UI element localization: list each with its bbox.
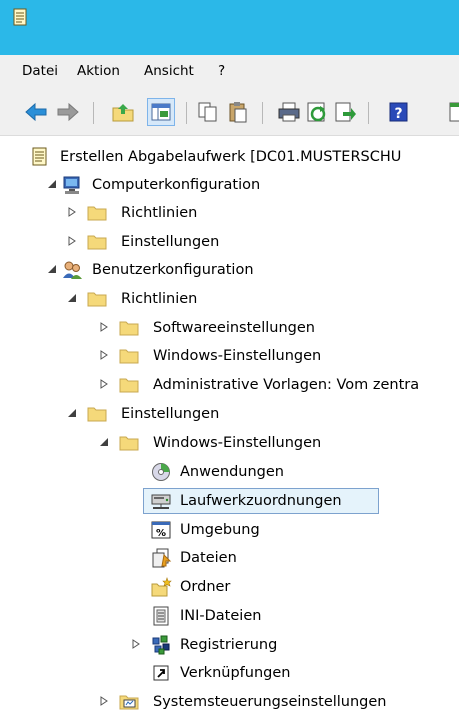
- toolbar: ?: [0, 90, 459, 136]
- tree-item-windows-settings-policy[interactable]: Windows-Einstellungen: [0, 343, 459, 369]
- tree-item-computer-config[interactable]: Computerkonfiguration: [0, 172, 459, 198]
- users-icon: [61, 259, 83, 281]
- gpo-editor-app-icon[interactable]: [13, 8, 27, 26]
- tree-item-drive-maps[interactable]: Laufwerkzuordnungen: [0, 488, 459, 514]
- tree-item-cc-policies[interactable]: Richtlinien: [0, 200, 459, 226]
- paste-icon[interactable]: [226, 100, 250, 124]
- toolbar-separator: [368, 102, 369, 124]
- tree-item-uc-policies[interactable]: Richtlinien: [0, 286, 459, 312]
- menu-action[interactable]: Aktion: [77, 63, 120, 79]
- title-bar: [0, 0, 459, 55]
- collapsed-triangle-icon[interactable]: [98, 349, 110, 361]
- collapsed-triangle-icon[interactable]: [98, 321, 110, 333]
- collapsed-triangle-icon[interactable]: [66, 235, 78, 247]
- tree-item-label: INI-Dateien: [180, 608, 262, 624]
- export-icon[interactable]: [333, 100, 357, 124]
- svg-text:%: %: [156, 528, 166, 539]
- collapsed-triangle-icon[interactable]: [98, 378, 110, 390]
- collapsed-triangle-icon[interactable]: [66, 206, 78, 218]
- tree-item-admin-templates[interactable]: Administrative Vorlagen: Vom zentra: [0, 372, 459, 398]
- tree-item-label: Anwendungen: [180, 464, 284, 480]
- tree-item-applications[interactable]: Anwendungen: [0, 459, 459, 485]
- tree-item-label: Windows-Einstellungen: [153, 348, 322, 364]
- tree-item-label: Ordner: [180, 579, 231, 595]
- collapsed-triangle-icon[interactable]: [98, 695, 110, 707]
- control-panel-folder-icon: [118, 691, 140, 713]
- folder-icon: [86, 288, 108, 310]
- computer-icon: [61, 174, 83, 196]
- tree-item-software-settings[interactable]: Softwareeinstellungen: [0, 315, 459, 341]
- gpo-document-icon: [29, 146, 51, 168]
- print-icon[interactable]: [277, 100, 301, 124]
- folder-icon: [118, 432, 140, 454]
- back-icon[interactable]: [24, 100, 48, 124]
- tree-item-uc-preferences[interactable]: Einstellungen: [0, 401, 459, 427]
- folder-icon: [118, 374, 140, 396]
- registry-icon: [150, 634, 172, 656]
- up-folder-icon[interactable]: [111, 100, 135, 124]
- tree-item-folders[interactable]: Ordner: [0, 574, 459, 600]
- expanded-triangle-icon[interactable]: [66, 292, 78, 304]
- show-tree-icon[interactable]: [149, 100, 173, 124]
- tree-item-label: Einstellungen: [121, 406, 220, 422]
- folder-icon: [86, 202, 108, 224]
- toolbar-separator: [186, 102, 187, 124]
- menu-file[interactable]: Datei: [22, 63, 58, 79]
- tree-item-registry[interactable]: Registrierung: [0, 632, 459, 658]
- tree-item-label: Laufwerkzuordnungen: [180, 493, 342, 509]
- tree-item-label: Systemsteuerungseinstellungen: [153, 694, 387, 710]
- tree-item-label: Computerkonfiguration: [92, 177, 261, 193]
- environment-icon: %: [150, 519, 172, 541]
- tree-item-label: Erstellen Abgabelaufwerk [DC01.MUSTERSCH…: [60, 149, 402, 165]
- applications-cd-icon: [150, 461, 172, 483]
- tree-item-shortcuts[interactable]: Verknüpfungen: [0, 660, 459, 686]
- tree-item-control-panel[interactable]: Systemsteuerungseinstellungen: [0, 689, 459, 715]
- tree-item-ini-files[interactable]: INI-Dateien: [0, 603, 459, 629]
- tree-item-cc-preferences[interactable]: Einstellungen: [0, 229, 459, 255]
- tree-item-user-config[interactable]: Benutzerkonfiguration: [0, 257, 459, 283]
- folder-icon: [86, 403, 108, 425]
- shortcut-icon: [150, 662, 172, 684]
- menu-help[interactable]: ?: [218, 63, 225, 79]
- tree-item-environment[interactable]: % Umgebung: [0, 517, 459, 543]
- properties-icon[interactable]: [447, 100, 459, 124]
- tree-item-files[interactable]: Dateien: [0, 545, 459, 571]
- folder-icon: [118, 317, 140, 339]
- help-icon[interactable]: ?: [387, 100, 411, 124]
- files-icon: [150, 547, 172, 569]
- tree-item-label: Verknüpfungen: [180, 665, 291, 681]
- tree-item-label: Dateien: [180, 550, 237, 566]
- folder-icon: [118, 345, 140, 367]
- tree-item-label: Einstellungen: [121, 234, 220, 250]
- tree-item-label: Administrative Vorlagen: Vom zentra: [153, 377, 420, 393]
- refresh-icon[interactable]: [305, 100, 329, 124]
- forward-icon[interactable]: [56, 100, 80, 124]
- menu-bar: Datei Aktion Ansicht ?: [0, 55, 459, 90]
- toolbar-separator: [93, 102, 94, 124]
- tree-item-label: Benutzerkonfiguration: [92, 262, 254, 278]
- ini-file-icon: [150, 605, 172, 627]
- expanded-triangle-icon[interactable]: [46, 178, 58, 190]
- copy-icon[interactable]: [196, 100, 220, 124]
- tree-item-label: Registrierung: [180, 637, 278, 653]
- tree-item-label: Richtlinien: [121, 291, 198, 307]
- folder-icon: [86, 231, 108, 253]
- expanded-triangle-icon[interactable]: [66, 407, 78, 419]
- expanded-triangle-icon[interactable]: [46, 263, 58, 275]
- tree-item-root[interactable]: Erstellen Abgabelaufwerk [DC01.MUSTERSCH…: [0, 144, 459, 170]
- expanded-triangle-icon[interactable]: [98, 436, 110, 448]
- collapsed-triangle-icon[interactable]: [130, 638, 142, 650]
- tree-item-label: Softwareeinstellungen: [153, 320, 315, 336]
- toolbar-separator: [262, 102, 263, 124]
- menu-view[interactable]: Ansicht: [144, 63, 194, 79]
- tree-item-label: Windows-Einstellungen: [153, 435, 322, 451]
- folder-new-icon: [150, 576, 172, 598]
- tree-item-label: Richtlinien: [121, 205, 198, 221]
- svg-text:?: ?: [394, 106, 402, 122]
- drive-map-icon: [150, 490, 172, 512]
- tree-item-label: Umgebung: [180, 522, 260, 538]
- tree-item-windows-settings-pref[interactable]: Windows-Einstellungen: [0, 430, 459, 456]
